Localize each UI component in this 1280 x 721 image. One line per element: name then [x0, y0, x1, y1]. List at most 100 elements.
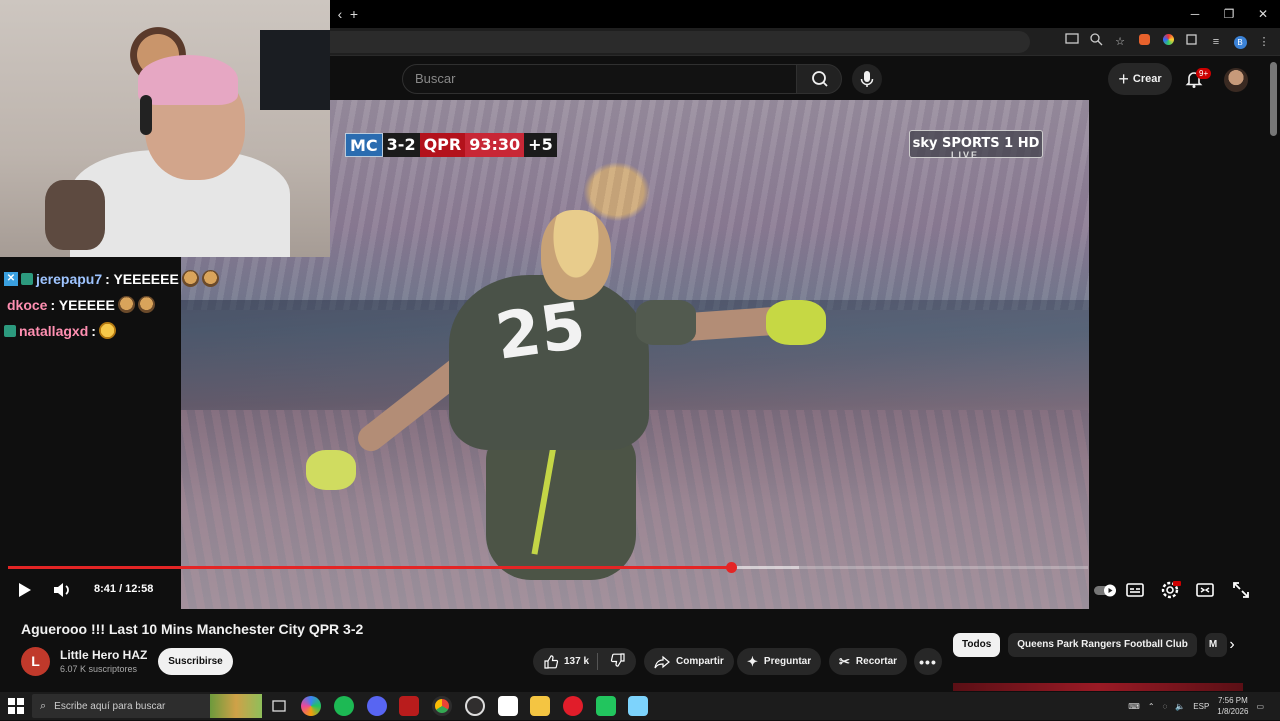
discord-icon[interactable] [367, 696, 387, 716]
notification-center-icon[interactable]: ▭ [1256, 702, 1264, 711]
spotify-icon[interactable] [334, 696, 354, 716]
taskbar-search-placeholder: Escribe aquí para buscar [54, 700, 166, 712]
channel-name[interactable]: Little Hero HAZ [60, 648, 147, 662]
progress-played [8, 566, 731, 569]
emote-icon [181, 270, 199, 287]
taskbar-search[interactable]: ⌕ Escribe aquí para buscar [32, 694, 262, 718]
microphone-icon [860, 71, 874, 87]
language-indicator[interactable]: ESP [1193, 702, 1209, 711]
notification-badge: 9+ [1196, 68, 1212, 79]
minimize-icon[interactable]: ─ [1178, 0, 1212, 28]
share-icon [654, 655, 670, 668]
fullscreen-icon[interactable] [1229, 578, 1253, 602]
subscribe-button[interactable]: Suscribirse [158, 648, 233, 675]
score: 3-2 [382, 133, 420, 157]
chat-message: ✕ jerepapu7 : YEEEEEE [4, 270, 219, 287]
clip-button[interactable]: ✂ Recortar [829, 648, 908, 675]
chat-text: : [91, 322, 96, 339]
account-avatar[interactable] [1224, 68, 1248, 92]
opera-icon[interactable] [563, 696, 583, 716]
like-divider [597, 653, 598, 670]
more-actions-button[interactable]: ••• [914, 648, 942, 675]
toolbar-icons: ☆ ≡ B ⋮ [1062, 32, 1274, 52]
settings-gear-icon[interactable] [1158, 578, 1182, 602]
windows-taskbar: ⌕ Escribe aquí para buscar ⌨ ⌃ ◌ 🔈 ESP 7… [0, 692, 1280, 720]
zoom-icon[interactable] [1086, 32, 1106, 52]
subtitles-icon[interactable] [1123, 578, 1147, 602]
chevron-right-icon[interactable]: › [1223, 636, 1241, 654]
streamer-arm [45, 180, 105, 250]
new-tab-plus-icon[interactable]: + [344, 4, 364, 24]
restore-icon[interactable]: ❐ [1212, 0, 1246, 28]
search-input[interactable]: Buscar [402, 64, 797, 94]
voicemeeter-icon[interactable] [399, 696, 419, 716]
search-button[interactable] [796, 64, 842, 94]
match-time: 93:30 [465, 133, 525, 157]
star-icon[interactable]: ☆ [1110, 32, 1130, 52]
clock[interactable]: 7:56 PM 1/8/2026 [1217, 695, 1248, 717]
create-button[interactable]: + Crear [1108, 63, 1172, 95]
chat-text: : YEEEEEE [105, 270, 179, 287]
added-time: +5 [524, 133, 557, 157]
copilot-icon[interactable] [301, 696, 321, 716]
network-icon[interactable]: ◌ [1163, 702, 1168, 711]
capcut-icon[interactable] [498, 696, 518, 716]
ask-label: Preguntar [763, 656, 812, 667]
create-label: Crear [1132, 73, 1162, 85]
emote-icon [117, 296, 135, 313]
extension-color-icon[interactable] [1158, 32, 1178, 52]
pink-cap [138, 55, 238, 105]
chat-message: dkoce : YEEEEE [4, 296, 155, 313]
share-button[interactable]: Compartir [644, 648, 734, 675]
address-bar[interactable] [330, 31, 1030, 53]
kick-icon[interactable] [596, 696, 616, 716]
puzzle-icon[interactable] [1182, 32, 1202, 52]
windows-start-icon[interactable] [8, 698, 24, 714]
menu-icon[interactable]: ⋮ [1254, 32, 1274, 52]
like-button[interactable]: 137 k [543, 654, 589, 670]
emote-icon [137, 296, 155, 313]
scissors-icon: ✂ [839, 653, 850, 669]
notes-icon[interactable] [628, 696, 648, 716]
dislike-button[interactable] [610, 652, 626, 671]
cast-icon[interactable] [1062, 32, 1082, 52]
task-view-icon[interactable] [269, 696, 289, 716]
ask-button[interactable]: ✦ Preguntar [737, 648, 822, 675]
speaker-icon[interactable]: 🔈 [1175, 702, 1185, 711]
badge-icon: ✕ [4, 271, 18, 286]
channel-avatar[interactable]: L [21, 647, 50, 676]
miniplayer-icon[interactable] [1193, 578, 1217, 602]
profile-icon[interactable]: B [1230, 32, 1250, 52]
voice-search-button[interactable] [852, 64, 882, 94]
badge-icon [21, 272, 33, 285]
plus-icon: + [1118, 69, 1129, 89]
thumbs-down-icon [610, 653, 625, 667]
chevron-up-icon[interactable]: ⌃ [1148, 702, 1155, 711]
related-video-thumbnail[interactable] [953, 683, 1243, 691]
chrome-icon[interactable] [432, 696, 452, 716]
search-icon: ⌕ [40, 699, 47, 712]
volume-icon[interactable] [50, 578, 74, 602]
progress-scrubber[interactable] [725, 562, 737, 573]
player-sleeve [636, 300, 696, 345]
close-icon[interactable]: ✕ [1246, 0, 1280, 28]
file-explorer-icon[interactable] [530, 696, 550, 716]
chip-qpr[interactable]: Queens Park Rangers Football Club [1008, 633, 1197, 657]
thumbs-up-icon [544, 654, 559, 669]
chat-username: natallagxd [19, 322, 89, 339]
queue-icon[interactable]: ≡ [1206, 32, 1226, 52]
extension-fox-icon[interactable] [1134, 32, 1154, 52]
player-head [541, 210, 611, 300]
play-icon[interactable] [12, 578, 36, 602]
jersey-number: 25 [491, 289, 590, 375]
page-scrollbar[interactable] [1270, 62, 1277, 136]
laughing-emote-icon [98, 322, 116, 339]
window-controls: ─ ❐ ✕ [1178, 0, 1280, 28]
browser-tab-bar: ‹ + ─ ❐ ✕ [330, 0, 1280, 28]
monitor [260, 30, 330, 110]
emote-icon [201, 270, 219, 287]
keyboard-icon[interactable]: ⌨ [1128, 702, 1140, 711]
chip-all[interactable]: Todos [953, 633, 1001, 657]
autoplay-toggle-icon[interactable] [1092, 578, 1116, 602]
obs-icon[interactable] [465, 696, 485, 716]
